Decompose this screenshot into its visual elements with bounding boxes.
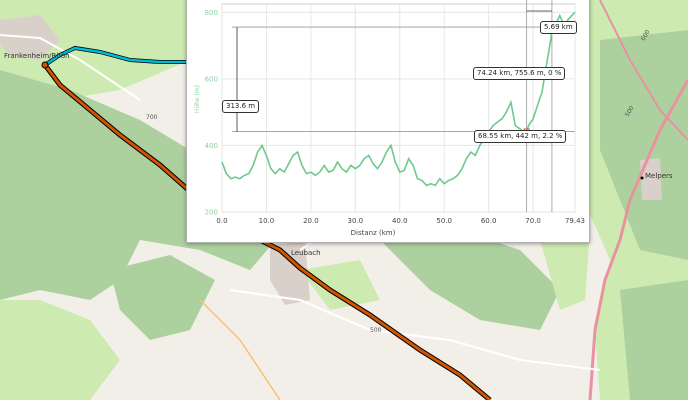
place-label-melpers: Melpers bbox=[645, 172, 673, 180]
y-tick-label: 200 bbox=[205, 209, 218, 217]
elevation-chart[interactable]: 200 400 600 800 0.0 10.0 20.0 30.0 40.0 50.0 60.0 7… bbox=[187, 0, 589, 242]
x-tick-label: 20.0 bbox=[303, 217, 319, 225]
y-tick-label: 600 bbox=[205, 75, 218, 83]
x-tick-label: 30.0 bbox=[348, 217, 364, 225]
place-marker bbox=[640, 176, 644, 180]
chart-grid bbox=[221, 3, 576, 213]
y-tick-label: 800 bbox=[205, 9, 218, 17]
elevation-profile-panel[interactable]: 200 400 600 800 0.0 10.0 20.0 30.0 40.0 50.0 60.0 7… bbox=[186, 0, 590, 243]
distance-span-callout: 5.69 km bbox=[540, 21, 577, 34]
x-tick-label: 40.0 bbox=[392, 217, 408, 225]
y-axis-title: Höhe (m) bbox=[194, 85, 201, 113]
chart-frame bbox=[221, 3, 576, 213]
route-start-marker[interactable] bbox=[41, 61, 49, 69]
x-axis-title: Distanz (km) bbox=[351, 229, 396, 237]
x-tick-label: 10.0 bbox=[259, 217, 275, 225]
place-label-leubach: Leubach bbox=[291, 249, 321, 257]
chart-ticks: 200 400 600 800 0.0 10.0 20.0 30.0 40.0 50.0 60.0 7… bbox=[205, 9, 585, 225]
measure-guides bbox=[232, 0, 575, 212]
y-tick-label: 400 bbox=[205, 142, 218, 150]
x-tick-label: 50.0 bbox=[436, 217, 452, 225]
x-tick-label: 0.0 bbox=[216, 217, 227, 225]
x-tick-label: 60.0 bbox=[481, 217, 497, 225]
forest-area bbox=[620, 280, 688, 400]
point-high-callout: 74.24 km, 755.6 m, 0 % bbox=[473, 67, 566, 80]
road-label: 700 bbox=[146, 114, 158, 121]
x-tick-label: 79.43 bbox=[565, 217, 585, 225]
point-low-callout: 68.55 km, 442 m, 2.2 % bbox=[474, 130, 567, 143]
road-label: 500 bbox=[370, 327, 382, 334]
x-tick-label: 70.0 bbox=[525, 217, 541, 225]
elevation-line[interactable] bbox=[221, 11, 576, 187]
height-span-callout: 313.6 m bbox=[222, 100, 260, 113]
place-label-frankenheim: Frankenheim/Rhön bbox=[4, 52, 70, 60]
